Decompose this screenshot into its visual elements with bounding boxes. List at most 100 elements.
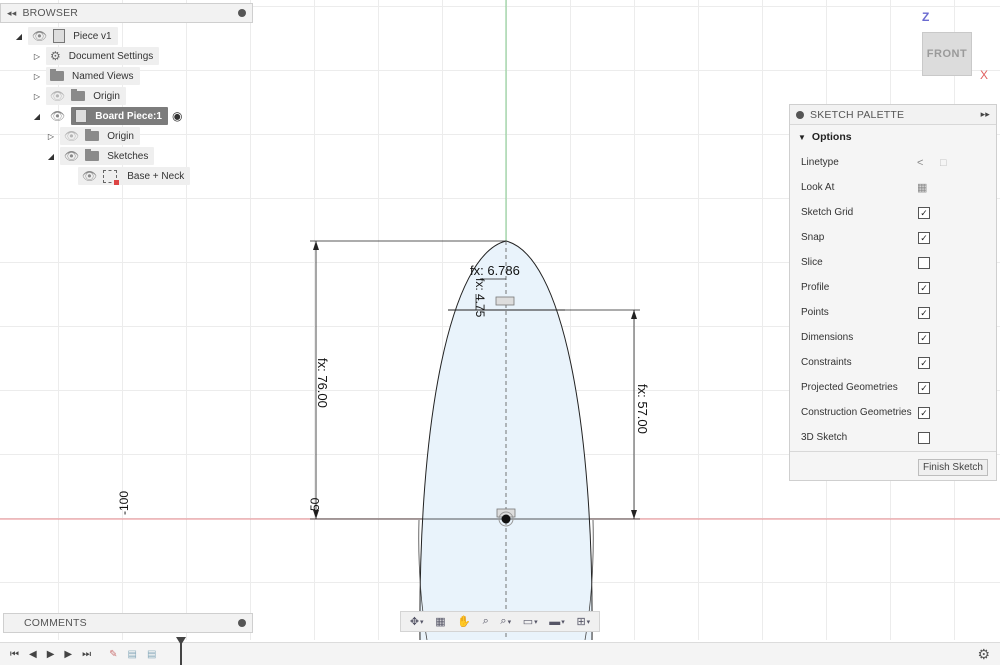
- tree-row-root[interactable]: ◢ 👁 Piece v1: [14, 27, 118, 45]
- eye-icon[interactable]: 👁: [82, 169, 97, 183]
- option-snap: Snap ✓: [790, 225, 996, 250]
- option-label: Points: [801, 307, 829, 318]
- tree-row-origin[interactable]: ▷ 👁 Origin: [32, 87, 126, 105]
- tree-label: Base + Neck: [127, 170, 185, 182]
- slice-checkbox[interactable]: [918, 256, 930, 269]
- dim-total-text: fx: 76.00: [315, 358, 330, 408]
- viewports-icon[interactable]: ⊞ ▾: [576, 615, 590, 628]
- linetype-alt-icon[interactable]: □: [940, 157, 947, 169]
- expanded-triangle-icon[interactable]: ◢: [32, 112, 42, 121]
- tree-label: Document Settings: [68, 50, 154, 62]
- ruler-label: -50: [308, 497, 322, 515]
- tree-node[interactable]: 👁 Piece v1: [28, 27, 118, 45]
- tree-node[interactable]: 👁 Base + Neck: [78, 167, 191, 185]
- tree-label: Board Piece:1: [95, 110, 162, 122]
- option-slice: Slice: [790, 250, 996, 275]
- view-cube-face[interactable]: FRONT: [922, 32, 972, 76]
- finish-sketch-button[interactable]: Finish Sketch: [917, 459, 988, 476]
- activate-radio-icon[interactable]: ◉: [172, 109, 182, 123]
- snap-checkbox[interactable]: ✓: [918, 231, 930, 244]
- comments-header[interactable]: COMMENTS: [3, 613, 253, 633]
- eye-hidden-icon[interactable]: 👁: [64, 129, 79, 143]
- expanded-triangle-icon[interactable]: ◢: [46, 152, 56, 161]
- options-section-header[interactable]: ▼ Options: [790, 125, 996, 149]
- comments-title: COMMENTS: [24, 617, 87, 629]
- 3d-sketch-checkbox[interactable]: [918, 431, 930, 444]
- tree-row-sub-origin[interactable]: ▷ 👁 Origin: [46, 127, 140, 145]
- step-forward-icon[interactable]: ▶: [64, 649, 72, 660]
- collapse-icon[interactable]: ◂◂: [7, 8, 16, 19]
- active-component[interactable]: Board Piece:1: [71, 107, 168, 125]
- tree-node[interactable]: 👁 Sketches: [60, 147, 155, 165]
- look-at-icon[interactable]: ▦: [435, 615, 445, 628]
- gear-icon[interactable]: ⚙: [977, 646, 990, 663]
- tree-row-board-piece[interactable]: ◢ 👁 Board Piece:1 ◉: [32, 107, 188, 125]
- display-settings-icon[interactable]: ▭ ▾: [523, 615, 538, 628]
- view-cube[interactable]: Z FRONT X: [914, 10, 994, 90]
- eye-icon[interactable]: 👁: [32, 29, 47, 43]
- tree-row-base-neck[interactable]: 👁 Base + Neck: [74, 167, 191, 185]
- feature-icon[interactable]: ▤: [147, 649, 156, 660]
- option-dimensions: Dimensions ✓: [790, 325, 996, 350]
- zoom-window-icon[interactable]: ⌕ ▾: [500, 615, 511, 628]
- expanded-triangle-icon[interactable]: ◢: [14, 32, 24, 41]
- profile-checkbox[interactable]: ✓: [918, 281, 930, 294]
- collapsed-triangle-icon[interactable]: ▷: [32, 72, 42, 81]
- browser-title: BROWSER: [22, 7, 79, 19]
- eye-hidden-icon[interactable]: 👁: [50, 89, 65, 103]
- option-construction-geometries: Construction Geometries ✓: [790, 400, 996, 425]
- tree-label: Named Views: [72, 70, 134, 82]
- palette-menu-icon[interactable]: [796, 110, 804, 119]
- eye-icon[interactable]: 👁: [64, 149, 79, 163]
- navigation-toolbar: ✥ ▾ ▦ ✋ ⌕ ⌕ ▾ ▭ ▾ ▬ ▾ ⊞ ▾: [400, 611, 600, 632]
- pan-icon[interactable]: ✋: [457, 615, 471, 628]
- axis-z-label: Z: [922, 10, 930, 24]
- option-label: Profile: [801, 282, 830, 293]
- tree-node[interactable]: Named Views: [46, 67, 140, 85]
- projected-geometries-checkbox[interactable]: ✓: [918, 381, 930, 394]
- tree-row-document-settings[interactable]: ▷ ⚙ Document Settings: [32, 47, 160, 65]
- tree-node[interactable]: ⚙ Document Settings: [46, 47, 160, 65]
- construction-geometries-checkbox[interactable]: ✓: [918, 406, 930, 419]
- panel-menu-icon[interactable]: [238, 9, 246, 17]
- play-icon[interactable]: ▶: [47, 649, 55, 660]
- tree-row-sketches[interactable]: ◢ 👁 Sketches: [46, 147, 155, 165]
- tree-node[interactable]: 👁 Origin: [46, 87, 126, 105]
- collapsed-triangle-icon[interactable]: ▷: [32, 92, 42, 101]
- linetype-icon[interactable]: <: [917, 157, 923, 169]
- zoom-icon[interactable]: ⌕: [483, 615, 489, 628]
- divider: [790, 451, 996, 452]
- comments-panel: COMMENTS: [3, 613, 253, 633]
- feature-icon[interactable]: ▤: [128, 649, 137, 660]
- option-3d-sketch: 3D Sketch: [790, 425, 996, 450]
- collapse-triangle-icon[interactable]: ▼: [798, 133, 806, 142]
- dim-arrow: [631, 310, 637, 319]
- palette-title: SKETCH PALETTE: [810, 108, 905, 121]
- go-to-start-icon[interactable]: ⏮: [10, 649, 19, 660]
- tree-row-named-views[interactable]: ▷ Named Views: [32, 67, 140, 85]
- tree-node[interactable]: 👁 Board Piece:1 ◉: [46, 107, 188, 125]
- palette-header: SKETCH PALETTE ▸▸: [790, 105, 996, 125]
- sketch-grid-checkbox[interactable]: ✓: [918, 206, 930, 219]
- origin-point: [501, 514, 511, 524]
- points-checkbox[interactable]: ✓: [918, 306, 930, 319]
- grid-settings-icon[interactable]: ▬ ▾: [549, 616, 565, 628]
- eye-icon[interactable]: 👁: [50, 109, 65, 123]
- expand-icon[interactable]: ▸▸: [981, 109, 990, 120]
- collapsed-triangle-icon[interactable]: ▷: [32, 52, 42, 61]
- orbit-icon[interactable]: ✥ ▾: [410, 615, 424, 628]
- add-comment-icon[interactable]: [238, 619, 246, 627]
- look-at-icon[interactable]: ▦: [917, 181, 927, 194]
- option-label: Projected Geometries: [801, 382, 898, 393]
- option-label: Construction Geometries: [801, 407, 912, 418]
- sketch-feature-icon[interactable]: ✎: [109, 649, 117, 660]
- tree-node[interactable]: 👁 Origin: [60, 127, 140, 145]
- step-back-icon[interactable]: ◀: [29, 649, 37, 660]
- tree-label: Piece v1: [73, 30, 112, 42]
- component-icon: [53, 29, 66, 43]
- sketch-icon: [103, 169, 120, 185]
- collapsed-triangle-icon[interactable]: ▷: [46, 132, 56, 141]
- dimensions-checkbox[interactable]: ✓: [918, 331, 930, 344]
- go-to-end-icon[interactable]: ⏭: [82, 649, 91, 660]
- constraints-checkbox[interactable]: ✓: [918, 356, 930, 369]
